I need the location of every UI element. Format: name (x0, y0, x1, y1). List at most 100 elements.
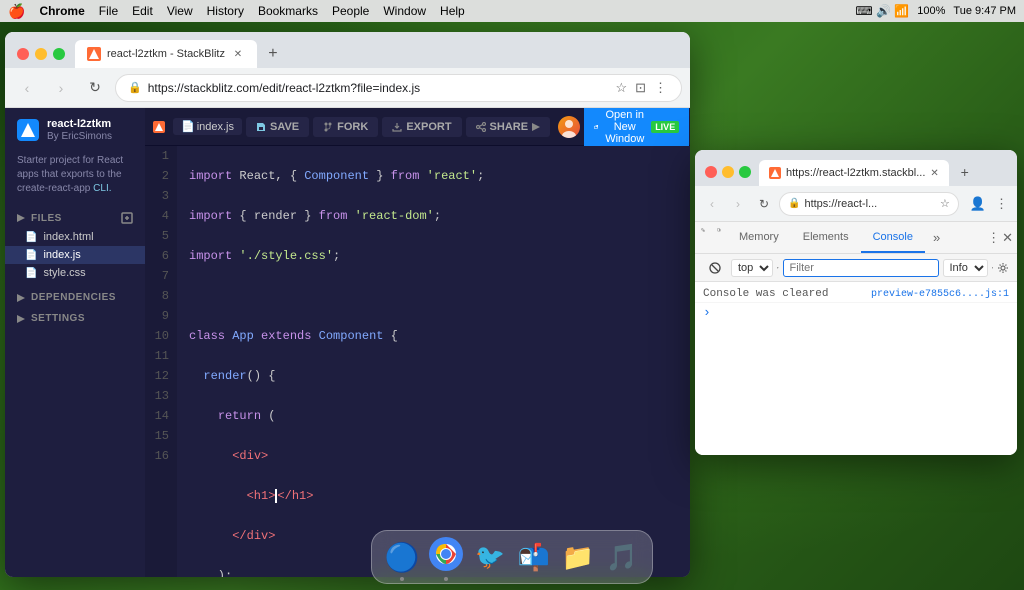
sb-logo: react-l2ztkm By EricSimons (5, 108, 145, 148)
code-line-3: import './style.css'; (189, 246, 690, 266)
code-line-7: return ( (189, 406, 690, 426)
dt-console-tab[interactable]: Console (861, 222, 925, 253)
code-editor[interactable]: 1234 5678 9101112 13141516 import React,… (145, 146, 690, 577)
bookmark-icon[interactable]: ☆ (613, 78, 629, 98)
file-item-indexjs[interactable]: 📄 index.js (5, 246, 145, 264)
dt-address-bar[interactable]: 🔒 https://react-l... ☆ (779, 192, 959, 216)
dt-filter-input[interactable] (783, 259, 939, 277)
dt-panel-close-button[interactable]: ✕ (1002, 230, 1013, 246)
devtools-window: https://react-l2ztkm.stackbl... ✕ + ‹ › … (695, 150, 1017, 455)
dt-new-tab-button[interactable]: + (951, 158, 979, 186)
dt-panel-more-options[interactable]: ⋮ (987, 230, 1000, 246)
dt-tab-close-button[interactable]: ✕ (930, 168, 938, 179)
tab-title: react-l2ztkm - StackBlitz (107, 48, 225, 60)
apple-menu[interactable]: 🍎 (8, 3, 25, 20)
dt-maximize-button[interactable] (739, 166, 751, 178)
dock-item-finder[interactable]: 🔵 (382, 537, 422, 577)
deps-section-header[interactable]: DEPENDENCIES (5, 286, 145, 307)
dt-panel-more-button[interactable]: » (925, 222, 948, 253)
dt-console-output: Console was cleared preview-e7855c6....j… (695, 282, 1017, 455)
dt-user-icon[interactable]: 👤 (967, 194, 989, 214)
file-item-stylecss[interactable]: 📄 style.css (5, 264, 145, 282)
dock-item-mail[interactable]: 📬 (514, 537, 554, 577)
dt-bookmark-icon[interactable]: ☆ (940, 197, 950, 210)
console-prompt[interactable]: › (695, 303, 1017, 322)
menubar-people[interactable]: People (332, 4, 369, 18)
dt-context-select[interactable]: top (731, 259, 773, 277)
twitter-icon: 🐦 (475, 543, 505, 572)
menubar-file[interactable]: File (99, 4, 118, 18)
dt-tab-bar: https://react-l2ztkm.stackbl... ✕ + (695, 150, 1017, 186)
active-tab[interactable]: react-l2ztkm - StackBlitz ✕ (75, 40, 257, 68)
refresh-button[interactable]: ↻ (81, 74, 109, 102)
menubar-help[interactable]: Help (440, 4, 465, 18)
dt-elements-tab[interactable]: Elements (791, 222, 861, 253)
dt-level-select[interactable]: Info (943, 259, 988, 277)
save-button[interactable]: SAVE (246, 117, 309, 137)
code-content[interactable]: import React, { Component } from 'react'… (177, 146, 690, 577)
more-icon[interactable]: ⋮ (652, 78, 669, 98)
menubar-edit[interactable]: Edit (132, 4, 153, 18)
minimize-window-button[interactable] (35, 48, 47, 60)
settings-section-header[interactable]: SETTINGS (5, 307, 145, 328)
file-item-indexhtml[interactable]: 📄 index.html (5, 228, 145, 246)
files-section-header[interactable]: FILES (5, 206, 145, 228)
tab-close-button[interactable]: ✕ (231, 47, 245, 61)
dt-active-tab[interactable]: https://react-l2ztkm.stackbl... ✕ (759, 160, 949, 186)
dt-refresh-button[interactable]: ↻ (753, 193, 775, 215)
console-message: Console was cleared (703, 288, 863, 300)
dt-minimize-button[interactable] (722, 166, 734, 178)
code-line-9: <h1></h1> (189, 486, 690, 506)
dt-clear-button[interactable] (703, 260, 727, 276)
code-line-6: render() { (189, 366, 690, 386)
sb-project-name: react-l2ztkm (47, 118, 112, 131)
sb-description: Starter project for React apps that expo… (5, 148, 145, 206)
new-tab-button[interactable]: + (259, 40, 287, 68)
console-source[interactable]: preview-e7855c6....js:1 (871, 289, 1009, 300)
open-new-window-button[interactable]: Open in New Window LIVE (584, 108, 689, 149)
export-button[interactable]: EXPORT (382, 117, 461, 137)
menubar-bookmarks[interactable]: Bookmarks (258, 4, 318, 18)
dt-memory-tab[interactable]: Memory (727, 222, 791, 253)
menubar-view[interactable]: View (167, 4, 193, 18)
dt-forward-button: › (727, 193, 749, 215)
dt-inspect-icon[interactable] (695, 222, 711, 238)
dock-item-twitter[interactable]: 🐦 (470, 537, 510, 577)
menubar-history[interactable]: History (207, 4, 244, 18)
menubar-icons: ⌨ 🔊 📶 (855, 4, 909, 18)
dt-back-button: ‹ (701, 193, 723, 215)
address-actions: ☆ ⊡ ⋮ (613, 78, 669, 98)
maximize-window-button[interactable] (53, 48, 65, 60)
dt-console-toolbar: top Info (695, 254, 1017, 282)
sb-project-info: react-l2ztkm By EricSimons (47, 118, 112, 142)
menubar-window[interactable]: Window (383, 4, 426, 18)
dt-device-icon[interactable] (711, 222, 727, 238)
sb-by-author: By EricSimons (47, 131, 112, 142)
close-window-button[interactable] (17, 48, 29, 60)
address-bar[interactable]: 🔒 https://stackblitz.com/edit/react-l2zt… (115, 74, 682, 102)
dock-item-chrome[interactable] (426, 537, 466, 577)
dt-nav-actions: 👤 ⋮ (967, 194, 1011, 214)
toolbar-file-tab[interactable]: 📄 index.js (173, 118, 242, 135)
clock: Tue 9:47 PM (953, 5, 1016, 17)
dt-settings-button[interactable] (997, 258, 1009, 278)
fork-button[interactable]: FORK (313, 117, 378, 137)
dt-close-button[interactable] (705, 166, 717, 178)
file-name: index.html (43, 231, 93, 243)
dt-tab-title: https://react-l2ztkm.stackbl... (786, 167, 925, 179)
code-line-4 (189, 286, 690, 306)
dt-secure-icon: 🔒 (788, 198, 800, 209)
sb-toolbar: 📄 index.js SAVE FORK EXPORT (145, 108, 690, 146)
live-badge: LIVE (651, 121, 679, 133)
menubar-app-name[interactable]: Chrome (39, 4, 84, 18)
dock-item-music[interactable]: 🎵 (602, 537, 642, 577)
line-numbers: 1234 5678 9101112 13141516 (145, 146, 177, 577)
code-line-1: import React, { Component } from 'react'… (189, 166, 690, 186)
reader-icon[interactable]: ⊡ (633, 78, 648, 98)
cli-link[interactable]: CLI. (93, 183, 111, 194)
battery-indicator: 100% (917, 5, 945, 17)
dock-item-files[interactable]: 📁 (558, 537, 598, 577)
level-dropdown-icon (992, 264, 994, 272)
dt-more-icon[interactable]: ⋮ (992, 194, 1011, 214)
share-button[interactable]: SHARE (466, 117, 551, 137)
